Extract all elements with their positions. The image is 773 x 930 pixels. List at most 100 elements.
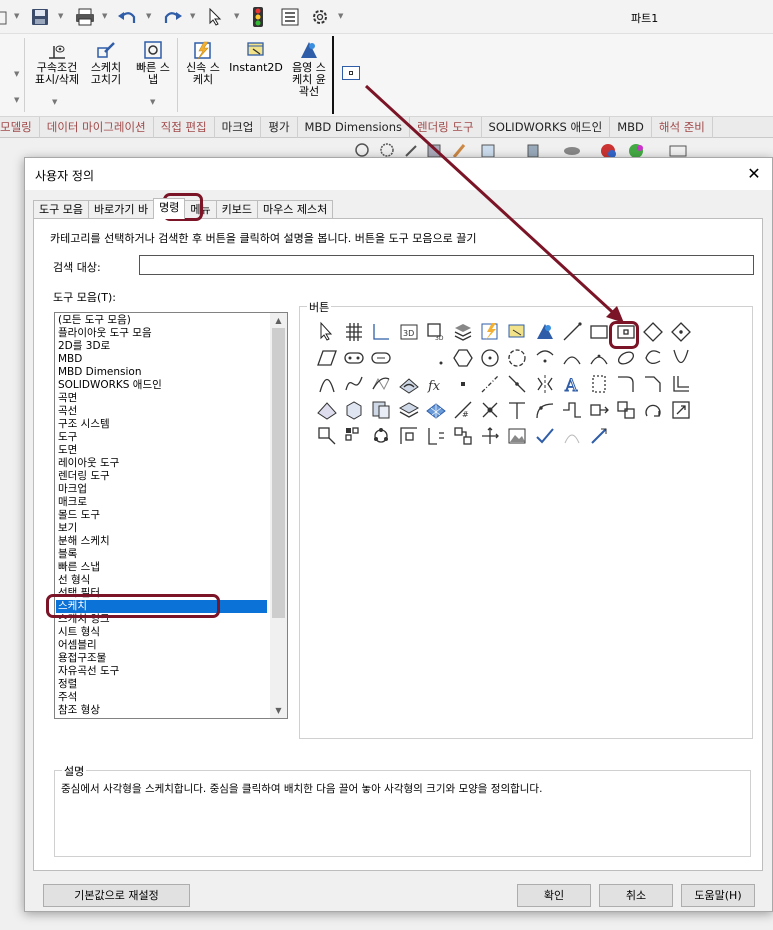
ok-button[interactable]: 확인: [517, 884, 591, 907]
ellipse-icon[interactable]: [615, 347, 637, 369]
chevron-down-icon[interactable]: ▼: [52, 98, 57, 106]
list-item[interactable]: 참조 형상: [58, 704, 100, 717]
repair-sketch-button[interactable]: 스케치 고치기: [86, 40, 126, 86]
scroll-up-icon[interactable]: ▲: [272, 314, 285, 327]
tab-mbd-dimensions[interactable]: MBD Dimensions: [298, 117, 410, 138]
move-sketch-icon[interactable]: [479, 425, 501, 447]
fully-define-sketch-icon[interactable]: [425, 425, 447, 447]
check-sketch-for-feature-icon[interactable]: [534, 425, 556, 447]
offset-entities-icon[interactable]: [670, 373, 692, 395]
list-item[interactable]: 레이아웃 도구: [58, 457, 119, 470]
jog-line-icon[interactable]: [561, 399, 583, 421]
tab-simulation-prep[interactable]: 해석 준비: [652, 117, 713, 138]
list-item[interactable]: 플라이아웃 도구 모음: [58, 327, 152, 340]
chevron-down-icon[interactable]: ▼: [234, 12, 239, 20]
shaded-contours-icon[interactable]: [534, 321, 556, 343]
circular-pattern-icon[interactable]: [370, 425, 392, 447]
search-input[interactable]: [139, 255, 754, 275]
offset-on-surface-icon[interactable]: [316, 399, 338, 421]
tab-render-tools[interactable]: 렌더링 도구: [410, 117, 482, 138]
list-item[interactable]: MBD Dimension: [58, 366, 142, 379]
centerpoint-straight-slot-icon[interactable]: [370, 347, 392, 369]
tab-solidworks-addins[interactable]: SOLIDWORKS 애드인: [482, 117, 611, 138]
list-item[interactable]: 선 형식: [58, 574, 90, 587]
tab-keyboard[interactable]: 키보드: [215, 200, 258, 219]
rotate-entities-icon[interactable]: [642, 399, 664, 421]
display-style-icon[interactable]: [527, 144, 539, 158]
partial-ellipse-icon[interactable]: [642, 347, 664, 369]
3-point-corner-rectangle-icon[interactable]: [642, 321, 664, 343]
print-icon[interactable]: [75, 8, 95, 26]
midpoint-line-icon[interactable]: [506, 373, 528, 395]
list-item[interactable]: 정렬: [58, 678, 77, 691]
3-point-center-rectangle-icon[interactable]: [670, 321, 692, 343]
select-icon[interactable]: [316, 321, 338, 343]
list-item[interactable]: 용접구조물: [58, 652, 106, 665]
cancel-button[interactable]: 취소: [599, 884, 673, 907]
tab-commands[interactable]: 명령: [153, 198, 186, 219]
point-icon[interactable]: [452, 373, 474, 395]
list-item[interactable]: 분해 스케치: [58, 535, 110, 548]
tab-menus[interactable]: 메뉴: [184, 200, 217, 219]
scrollbar-thumb[interactable]: [272, 328, 285, 618]
chevron-down-icon[interactable]: ▼: [190, 12, 195, 20]
extend-entities-icon[interactable]: [506, 399, 528, 421]
view-settings-icon[interactable]: [669, 145, 687, 157]
chevron-down-icon[interactable]: ▼: [58, 12, 63, 20]
intersection-curve-icon[interactable]: [370, 399, 392, 421]
list-item[interactable]: 마크업: [58, 483, 87, 496]
equation-driven-curve-icon[interactable]: fx: [425, 373, 447, 395]
list-scrollbar[interactable]: ▲ ▼: [270, 313, 287, 718]
straight-slot-icon[interactable]: [343, 347, 365, 369]
scroll-down-icon[interactable]: ▼: [272, 704, 285, 717]
rebuild-traffic-light-icon[interactable]: [252, 7, 264, 27]
save-icon[interactable]: [31, 8, 49, 26]
line-icon[interactable]: [561, 321, 583, 343]
3d-sketch-icon[interactable]: 3D: [398, 321, 420, 343]
list-item[interactable]: 몰드 도구: [58, 509, 100, 522]
copy-entities-icon[interactable]: [615, 399, 637, 421]
face-curves-icon[interactable]: [398, 399, 420, 421]
list-item[interactable]: 곡면: [58, 392, 77, 405]
list-item[interactable]: 도면: [58, 444, 77, 457]
circle-icon[interactable]: [479, 347, 501, 369]
shape-recognition-icon[interactable]: [588, 425, 610, 447]
list-item[interactable]: 곡선: [58, 405, 77, 418]
list-item[interactable]: MBD: [58, 353, 82, 366]
tab-direct-editing[interactable]: 직접 편집: [154, 117, 215, 138]
conic-icon[interactable]: [316, 373, 338, 395]
spline-icon[interactable]: [343, 373, 365, 395]
trim-entities-icon[interactable]: [479, 399, 501, 421]
list-item[interactable]: 보기: [58, 522, 77, 535]
previous-view-icon[interactable]: [405, 145, 417, 157]
options-gear-icon[interactable]: [311, 8, 329, 26]
list-item[interactable]: 시트 형식: [58, 626, 100, 639]
list-item[interactable]: 매크로: [58, 496, 87, 509]
chevron-down-icon[interactable]: ▼: [146, 12, 151, 20]
polygon-icon[interactable]: [452, 347, 474, 369]
list-item[interactable]: 렌더링 도구: [58, 470, 110, 483]
list-item[interactable]: 구조 시스템: [58, 418, 110, 431]
chevron-down-icon[interactable]: ▼: [150, 98, 155, 106]
list-item[interactable]: SOLIDWORKS 애드인: [58, 379, 162, 392]
centerpoint-arc-icon[interactable]: [534, 347, 556, 369]
tab-mbd[interactable]: MBD: [610, 117, 652, 138]
hide-show-icon[interactable]: [564, 147, 580, 155]
segment-icon[interactable]: #: [452, 399, 474, 421]
tab-modeling[interactable]: 모델링: [0, 117, 40, 138]
sketch-ink-icon[interactable]: [561, 425, 583, 447]
tab-data-migration[interactable]: 데이터 마이그레이션: [40, 117, 154, 138]
list-item[interactable]: (모든 도구 모음): [58, 314, 131, 327]
reset-to-defaults-button[interactable]: 기본값으로 재설정: [43, 884, 190, 907]
instant2d-icon[interactable]: [506, 321, 528, 343]
apply-scene-icon[interactable]: [629, 144, 643, 158]
convert-entities-icon[interactable]: [343, 399, 365, 421]
3d-sketch-on-plane-icon[interactable]: 3D: [425, 321, 447, 343]
tab-mouse-gestures[interactable]: 마우스 제스처: [256, 200, 334, 219]
show-relations-button[interactable]: 구속조건 표시/삭제: [30, 40, 84, 86]
centerline-icon[interactable]: [479, 373, 501, 395]
linear-pattern-icon[interactable]: [343, 425, 365, 447]
chevron-down-icon[interactable]: ▼: [14, 96, 19, 104]
quick-snaps-button[interactable]: 빠른 스 냅: [132, 40, 174, 86]
chevron-down-icon[interactable]: ▼: [14, 12, 19, 20]
